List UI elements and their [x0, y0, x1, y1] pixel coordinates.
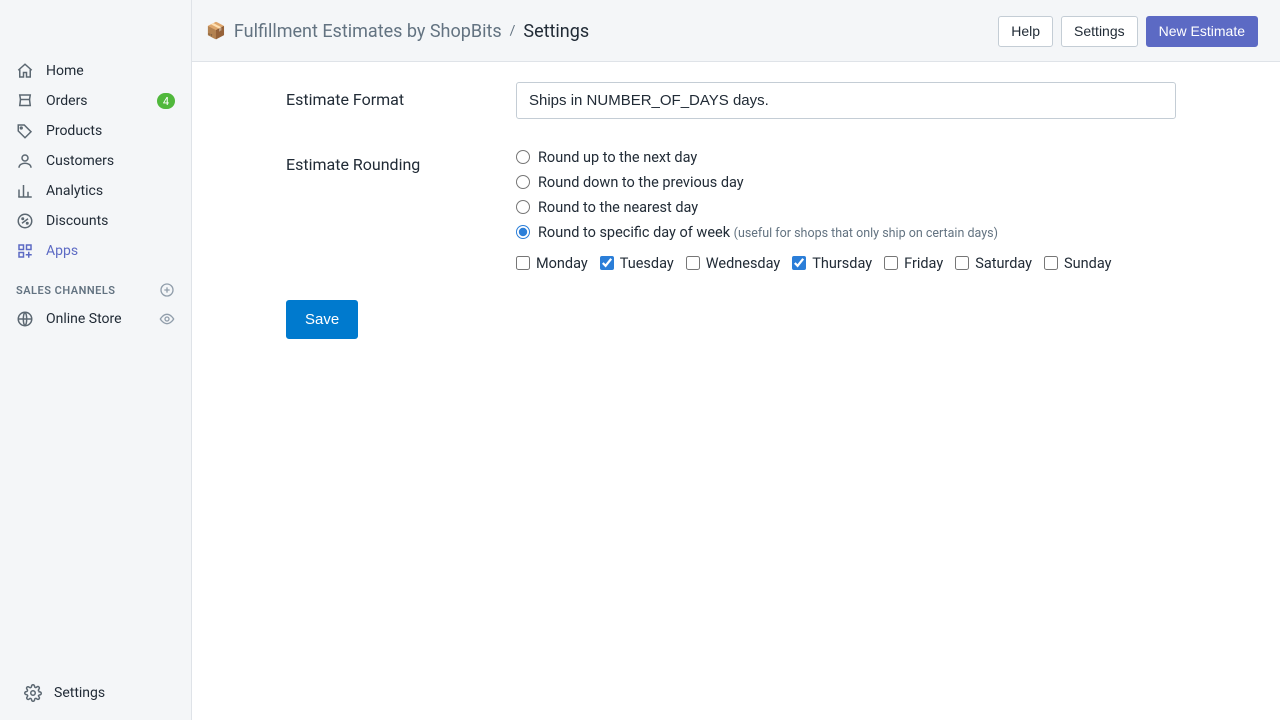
nav-label: Online Store [46, 311, 122, 327]
rounding-option-nearest[interactable]: Round to the nearest day [516, 199, 1246, 216]
sidebar: Home Orders 4 Products Customers Analy [0, 0, 192, 720]
day-label: Wednesday [706, 255, 781, 272]
rounding-option-label: Round down to the previous day [538, 174, 744, 191]
main-area: 📦 Fulfillment Estimates by ShopBits / Se… [192, 0, 1280, 720]
nav-label: Customers [46, 153, 114, 169]
rounding-option-up[interactable]: Round up to the next day [516, 149, 1246, 166]
nav-label: Home [46, 63, 84, 79]
rounding-option-label: Round to specific day of week [538, 224, 730, 241]
sales-channels-heading: SALES CHANNELS [0, 266, 191, 304]
day-checkbox-sunday[interactable] [1044, 256, 1058, 270]
tag-icon [16, 122, 34, 140]
breadcrumb-current: Settings [523, 21, 589, 42]
nav-label: Products [46, 123, 102, 139]
nav-item-orders[interactable]: Orders 4 [8, 86, 183, 116]
nav-item-apps[interactable]: Apps [8, 236, 183, 266]
orders-icon [16, 92, 34, 110]
primary-nav: Home Orders 4 Products Customers Analy [0, 56, 191, 266]
day-checkbox-saturday[interactable] [955, 256, 969, 270]
help-button[interactable]: Help [998, 16, 1053, 47]
nav-label: Analytics [46, 183, 103, 199]
day-sunday[interactable]: Sunday [1044, 255, 1111, 272]
rounding-option-label: Round up to the next day [538, 149, 697, 166]
apps-icon [16, 242, 34, 260]
estimate-format-input[interactable] [516, 82, 1176, 119]
rounding-option-hint: (useful for shops that only ship on cert… [734, 226, 998, 241]
day-thursday[interactable]: Thursday [792, 255, 872, 272]
package-icon: 📦 [206, 23, 226, 39]
day-checkbox-monday[interactable] [516, 256, 530, 270]
nav-item-settings[interactable]: Settings [16, 678, 175, 708]
day-checkbox-tuesday[interactable] [600, 256, 614, 270]
new-estimate-button[interactable]: New Estimate [1146, 16, 1258, 47]
rounding-option-specific-day[interactable]: Round to specific day of week (useful fo… [516, 224, 1246, 241]
person-icon [16, 152, 34, 170]
nav-label: Settings [54, 685, 105, 701]
estimate-rounding-label: Estimate Rounding [286, 147, 516, 272]
rounding-radio-specific-day[interactable] [516, 225, 530, 239]
section-label-text: SALES CHANNELS [16, 284, 116, 297]
analytics-icon [16, 182, 34, 200]
day-saturday[interactable]: Saturday [955, 255, 1032, 272]
eye-icon[interactable] [159, 311, 175, 327]
nav-label: Apps [46, 243, 78, 259]
nav-label: Discounts [46, 213, 108, 229]
rounding-option-down[interactable]: Round down to the previous day [516, 174, 1246, 191]
home-icon [16, 62, 34, 80]
day-label: Thursday [812, 255, 872, 272]
day-label: Monday [536, 255, 588, 272]
settings-button[interactable]: Settings [1061, 16, 1138, 47]
nav-item-products[interactable]: Products [8, 116, 183, 146]
topbar: 📦 Fulfillment Estimates by ShopBits / Se… [192, 0, 1280, 62]
rounding-radio-up[interactable] [516, 150, 530, 164]
day-wednesday[interactable]: Wednesday [686, 255, 781, 272]
estimate-format-label: Estimate Format [286, 82, 516, 119]
nav-label: Orders [46, 93, 88, 109]
nav-item-discounts[interactable]: Discounts [8, 206, 183, 236]
day-checkbox-thursday[interactable] [792, 256, 806, 270]
day-label: Sunday [1064, 255, 1111, 272]
save-button[interactable]: Save [286, 300, 358, 339]
day-checkbox-friday[interactable] [884, 256, 898, 270]
rounding-option-label: Round to the nearest day [538, 199, 698, 216]
days-row: Monday Tuesday Wednesday Thursday [516, 249, 1246, 272]
breadcrumb: 📦 Fulfillment Estimates by ShopBits [206, 21, 502, 42]
gear-icon [24, 684, 42, 702]
nav-item-customers[interactable]: Customers [8, 146, 183, 176]
nav-item-home[interactable]: Home [8, 56, 183, 86]
day-label: Friday [904, 255, 943, 272]
breadcrumb-separator: / [510, 23, 516, 39]
orders-badge: 4 [157, 93, 175, 109]
topbar-actions: Help Settings New Estimate [998, 16, 1258, 47]
day-friday[interactable]: Friday [884, 255, 943, 272]
add-channel-icon[interactable] [159, 282, 175, 298]
nav-item-online-store[interactable]: Online Store [8, 304, 183, 334]
content: Estimate Format Estimate Rounding Round … [192, 62, 1280, 720]
store-icon [16, 310, 34, 328]
day-label: Saturday [975, 255, 1032, 272]
day-tuesday[interactable]: Tuesday [600, 255, 674, 272]
day-monday[interactable]: Monday [516, 255, 588, 272]
rounding-radio-down[interactable] [516, 175, 530, 189]
rounding-radio-nearest[interactable] [516, 200, 530, 214]
channels-nav: Online Store [0, 304, 191, 334]
rounding-radio-group: Round up to the next day Round down to t… [516, 147, 1246, 272]
day-label: Tuesday [620, 255, 674, 272]
breadcrumb-app[interactable]: Fulfillment Estimates by ShopBits [234, 21, 502, 42]
nav-item-analytics[interactable]: Analytics [8, 176, 183, 206]
discount-icon [16, 212, 34, 230]
day-checkbox-wednesday[interactable] [686, 256, 700, 270]
